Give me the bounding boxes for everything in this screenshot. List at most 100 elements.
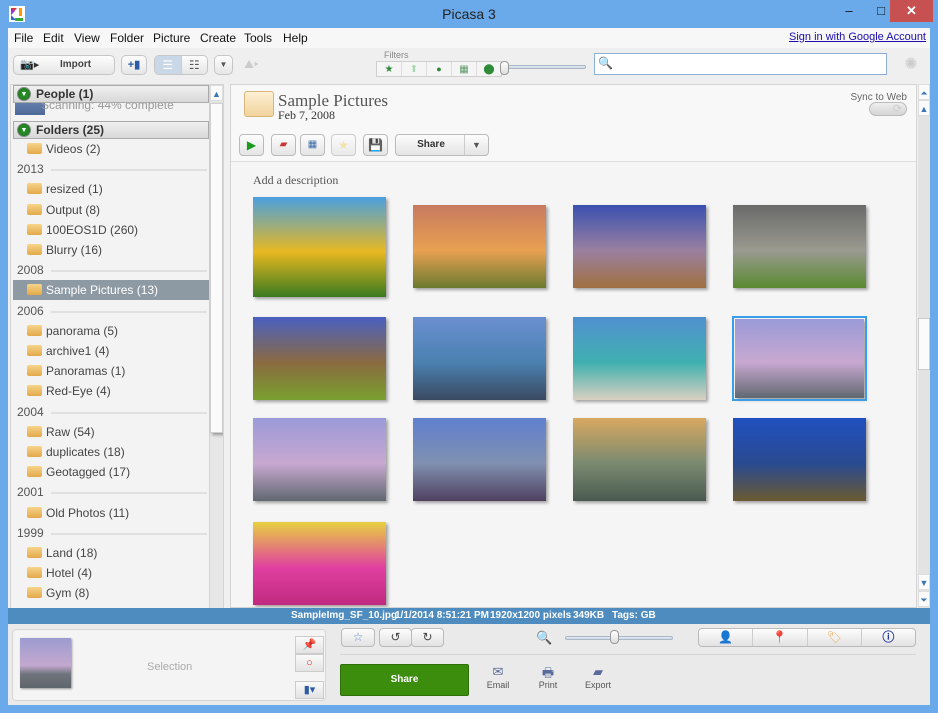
main-toolbar: 📷▸ Import +▮ ☰ ☷ ▼ ⛰▸ Filters ★ ⬆ ● ▦ ⬤ …	[8, 48, 930, 84]
album-scrollbar-thumb[interactable]	[918, 318, 930, 370]
thumbnail-size-slider[interactable]	[565, 636, 673, 640]
photo-thumbnail[interactable]	[733, 418, 866, 501]
photo-thumbnail[interactable]	[573, 418, 706, 501]
scroll-top-icon[interactable]: ⏶	[918, 84, 930, 100]
collage-button[interactable]: ▰	[271, 134, 296, 156]
folder-item[interactable]: Output (8)	[13, 200, 209, 220]
photo-thumbnail[interactable]	[253, 317, 386, 400]
photo-thumbnail[interactable]	[413, 317, 546, 400]
folder-item[interactable]: Panoramas (1)	[13, 361, 209, 381]
add-description-field[interactable]: Add a description	[253, 173, 338, 188]
tray-thumbnail[interactable]	[20, 638, 71, 688]
menu-edit[interactable]: Edit	[43, 31, 64, 45]
folder-item[interactable]: Geotagged (17)	[13, 462, 209, 482]
left-scrollbar[interactable]: ▲ ▼	[209, 85, 223, 634]
menu-file[interactable]: File	[14, 31, 33, 45]
slideshow-button[interactable]: ▶	[239, 134, 264, 156]
scroll-page-down-icon[interactable]: ▼	[918, 574, 930, 590]
people-section-header[interactable]: ▼ People (1)	[13, 85, 209, 103]
sync-to-web-toggle[interactable]: ⟳	[869, 102, 907, 116]
minimize-button[interactable]: –	[834, 0, 864, 22]
add-to-album-tray-button[interactable]: ▮▾	[295, 681, 324, 699]
view-options-dropdown[interactable]: ▼	[214, 55, 233, 75]
search-field[interactable]: 🔍	[594, 53, 887, 75]
menu-create[interactable]: Create	[200, 31, 236, 45]
photo-thumbnail[interactable]	[413, 205, 546, 288]
side-panels-toggle: 👤 📍 🏷 ⓘ	[698, 628, 916, 647]
scroll-page-up-icon[interactable]: ▲	[918, 100, 930, 116]
share-button[interactable]: Share	[340, 664, 469, 696]
menu-tools[interactable]: Tools	[244, 31, 272, 45]
list-view-icon[interactable]: ☷	[180, 56, 208, 74]
movie-button[interactable]: ▦	[300, 134, 325, 156]
menu-help[interactable]: Help	[283, 31, 308, 45]
photo-thumbnail[interactable]	[413, 418, 546, 501]
search-input[interactable]	[617, 55, 882, 73]
folder-item[interactable]: resized (1)	[13, 179, 209, 199]
clear-selection-button[interactable]: ○	[295, 654, 324, 672]
photo-thumbnail[interactable]	[733, 205, 866, 288]
tags-panel-icon[interactable]: 🏷	[808, 629, 862, 646]
hold-button[interactable]: 📌	[295, 636, 324, 654]
filter-starred-icon[interactable]: ★	[377, 62, 402, 76]
add-to-album-button[interactable]: +▮	[121, 55, 147, 75]
left-scrollbar-thumb[interactable]	[210, 103, 223, 433]
green-pin-icon: 📌	[302, 639, 317, 651]
folder-item[interactable]: Hotel (4)	[13, 563, 209, 583]
filter-faces-icon[interactable]: ●	[427, 62, 452, 76]
close-button[interactable]: ✕	[890, 0, 933, 22]
places-panel-icon[interactable]: 📍	[753, 629, 808, 646]
folder-item[interactable]: Gym (8)	[13, 583, 209, 603]
star-photo-button[interactable]: ☆	[341, 628, 375, 647]
folder-item[interactable]: Sample Pictures (13)	[13, 280, 209, 301]
share-dropdown-icon[interactable]: ▼	[464, 135, 488, 155]
thumbnail-size-slider-thumb[interactable]	[609, 630, 619, 644]
filter-movies-icon[interactable]: ▦	[452, 62, 477, 76]
thumbnail-view-icon[interactable]: ☰	[155, 56, 181, 74]
album-share-button[interactable]: Share ▼	[395, 134, 489, 156]
folder-item[interactable]: Videos (2)	[13, 139, 209, 159]
folder-item[interactable]: Land (18)	[13, 543, 209, 563]
info-panel-icon[interactable]: ⓘ	[862, 629, 915, 646]
folder-item[interactable]: duplicates (18)	[13, 442, 209, 462]
filter-geotagged-icon[interactable]: ⬤	[477, 62, 501, 76]
photo-thumbnail[interactable]	[253, 522, 386, 605]
album-scrollbar[interactable]: ⏶ ▲ ▼ ⏷	[918, 84, 930, 608]
folder-item[interactable]: 100EOS1D (260)	[13, 220, 209, 240]
menu-picture[interactable]: Picture	[153, 31, 190, 45]
folder-label: Gym (8)	[46, 586, 90, 601]
scroll-bottom-icon[interactable]: ⏷	[918, 591, 930, 607]
export-button[interactable]: ▰ Export	[578, 664, 618, 690]
menu-folder[interactable]: Folder	[110, 31, 144, 45]
import-button[interactable]: 📷▸ Import	[13, 55, 115, 75]
rotate-left-button[interactable]: ↺	[379, 628, 412, 647]
filter-slider-track[interactable]	[503, 65, 586, 69]
photo-thumbnail[interactable]	[253, 197, 386, 297]
filter-slider-thumb[interactable]	[500, 61, 509, 75]
folder-item[interactable]: Raw (54)	[13, 422, 209, 442]
folder-item[interactable]: Old Photos (11)	[13, 503, 209, 523]
folder-item[interactable]: Red-Eye (4)	[13, 381, 209, 401]
rotate-right-button[interactable]: ↻	[411, 628, 444, 647]
year-divider: 2006	[17, 301, 207, 321]
year-divider: 2001	[17, 482, 207, 502]
folder-item[interactable]: archive1 (4)	[13, 341, 209, 361]
star-album-button[interactable]: ★	[331, 134, 356, 156]
folder-item[interactable]: Blurry (16)	[13, 240, 209, 260]
filter-uploaded-icon[interactable]: ⬆	[402, 62, 427, 76]
print-button[interactable]: 🖶 Print	[528, 664, 568, 690]
people-panel-icon[interactable]: 👤	[699, 629, 754, 646]
menu-view[interactable]: View	[74, 31, 100, 45]
sign-in-link[interactable]: Sign in with Google Account	[789, 31, 926, 43]
photo-thumbnail[interactable]	[573, 205, 706, 288]
scroll-up-arrow-icon[interactable]: ▲	[210, 85, 223, 101]
year-label: 2004	[17, 404, 44, 419]
folders-section-header[interactable]: ▼ Folders (25)	[13, 121, 209, 139]
email-button[interactable]: ✉ Email	[478, 664, 518, 690]
photo-thumbnail[interactable]	[732, 316, 867, 401]
photo-thumbnail[interactable]	[573, 317, 706, 400]
save-button[interactable]: 💾	[363, 134, 388, 156]
folder-item[interactable]: panorama (5)	[13, 321, 209, 341]
sync-icon: ⟳	[892, 103, 902, 115]
photo-thumbnail[interactable]	[253, 418, 386, 501]
